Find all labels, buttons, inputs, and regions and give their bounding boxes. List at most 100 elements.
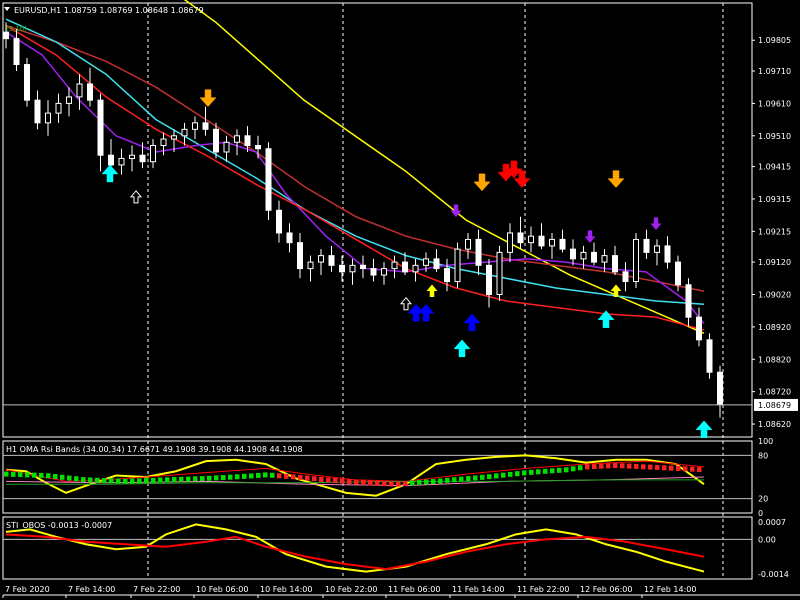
candle-body-2: [24, 64, 30, 101]
candle-body-28: [297, 242, 303, 270]
rsi-band-segment: [620, 463, 625, 469]
candle-body-34: [360, 264, 366, 270]
indicator-tag: (5,10): [6, 25, 27, 33]
price-tick-10: 1.08820: [758, 355, 791, 364]
current-price-label: 1.08679: [758, 401, 791, 410]
candle-body-60: [633, 238, 639, 283]
candle-body-26: [276, 209, 282, 234]
price-tick-0: 1.09805: [758, 36, 791, 45]
rsi-band-segment: [494, 473, 499, 479]
candle-body-8: [87, 83, 93, 101]
rsi-band-segment: [501, 472, 506, 478]
candle-body-36: [381, 268, 387, 276]
signal-arrow-down-14: [584, 230, 596, 244]
rsi-band-segment: [480, 474, 485, 480]
signal-arrow-up-1: [129, 190, 143, 204]
sti-obos-panel[interactable]: [3, 523, 752, 573]
rsi-band-segment: [515, 471, 520, 477]
price-tick-2: 1.09610: [758, 99, 791, 108]
price-tick-7: 1.09120: [758, 258, 791, 267]
rsi-band-segment: [88, 477, 93, 483]
price-tick-4: 1.09415: [758, 163, 791, 172]
rsi-band-segment: [291, 474, 296, 480]
candle-body-52: [549, 238, 555, 247]
candle-body-50: [528, 235, 534, 244]
candle-body-65: [685, 284, 692, 318]
rsi-band-segment: [613, 463, 618, 469]
rsi-band-segment: [571, 466, 576, 472]
candle-body-6: [66, 96, 72, 104]
rsi-band-segment: [144, 478, 149, 484]
signal-arrow-down-2: [199, 89, 217, 108]
price-tick-12: 1.08620: [758, 420, 791, 429]
candle-body-0: [3, 31, 9, 40]
rsi-band-segment: [473, 475, 478, 481]
candle-body-18: [192, 122, 198, 130]
rsi-band-segment: [375, 480, 380, 486]
candle-body-46: [486, 264, 492, 295]
price-panel[interactable]: [3, 0, 752, 439]
candle-body-54: [570, 248, 576, 260]
rsi-band-segment: [53, 474, 58, 480]
rsi-band-segment: [165, 477, 170, 483]
time-tick-7: 11 Feb 14:00: [452, 585, 504, 594]
rsi-band-segment: [11, 471, 16, 477]
rsi-band-segment: [102, 478, 107, 484]
rsi-band-segment: [326, 477, 331, 483]
candle-body-48: [507, 232, 513, 253]
candle-body-53: [559, 238, 566, 250]
rsi-band-segment: [193, 476, 198, 482]
rsi-tick-1: 80: [758, 451, 768, 460]
candle-body-23: [244, 135, 251, 147]
candle-body-30: [318, 255, 324, 263]
rsi-band-segment: [200, 476, 205, 482]
rsi-band-segment: [487, 474, 492, 480]
candle-body-31: [328, 255, 335, 266]
rsi-band-segment: [466, 476, 471, 482]
candle-body-63: [664, 245, 671, 263]
rsi-band-segment: [648, 464, 653, 470]
rsi-tick-0: 100: [758, 437, 773, 446]
candle-body-24: [255, 145, 261, 150]
chart-menu-icon[interactable]: [4, 7, 10, 11]
rsi-band-segment: [235, 474, 240, 480]
rsi-band-segment: [158, 477, 163, 483]
rsi-series-0: [5, 454, 705, 497]
time-tick-8: 11 Feb 22:00: [517, 585, 569, 594]
trading-chart[interactable]: 1.09805 1.09710 1.09610 1.09510 1.09415 1.093…: [0, 0, 800, 600]
candle-body-57: [601, 255, 608, 263]
candle-body-43: [454, 248, 461, 283]
candle-body-15: [160, 138, 167, 147]
rsi-band-segment: [74, 476, 79, 482]
rsi-band-segment: [410, 480, 415, 486]
rsi-band-segment: [95, 477, 100, 483]
oma-rsi-bands-panel[interactable]: [3, 454, 752, 500]
rsi-band-segment: [536, 469, 541, 475]
rsi-band-segment: [277, 473, 282, 479]
rsi-band-segment: [347, 479, 352, 485]
candle-body-32: [339, 264, 345, 273]
rsi-band-segment: [130, 478, 135, 484]
time-tick-6: 11 Feb 06:00: [388, 585, 440, 594]
rsi-band-segment: [221, 475, 226, 481]
rsi-band-segment: [606, 463, 611, 469]
rsi-band-segment: [431, 479, 436, 485]
rsi-band-segment: [564, 467, 569, 473]
candle-body-4: [45, 112, 51, 124]
candle-body-61: [643, 238, 650, 253]
candle-body-27: [286, 232, 293, 244]
rsi-band-segment: [382, 481, 387, 487]
rsi-band-segment: [67, 475, 72, 481]
signal-arrow-up-6: [426, 284, 438, 298]
rsi-band-segment: [683, 466, 688, 472]
candle-body-19: [202, 122, 209, 130]
rsi-band-segment: [445, 477, 450, 483]
time-tick-4: 10 Feb 14:00: [260, 585, 312, 594]
rsi-band-segment: [340, 478, 345, 484]
rsi-band-segment: [389, 481, 394, 487]
candle-body-22: [234, 135, 240, 143]
price-series-0: [183, 0, 705, 335]
rsi-band-segment: [417, 480, 422, 486]
signal-arrow-up-19: [695, 420, 713, 439]
signal-arrow-up-3: [399, 296, 413, 311]
